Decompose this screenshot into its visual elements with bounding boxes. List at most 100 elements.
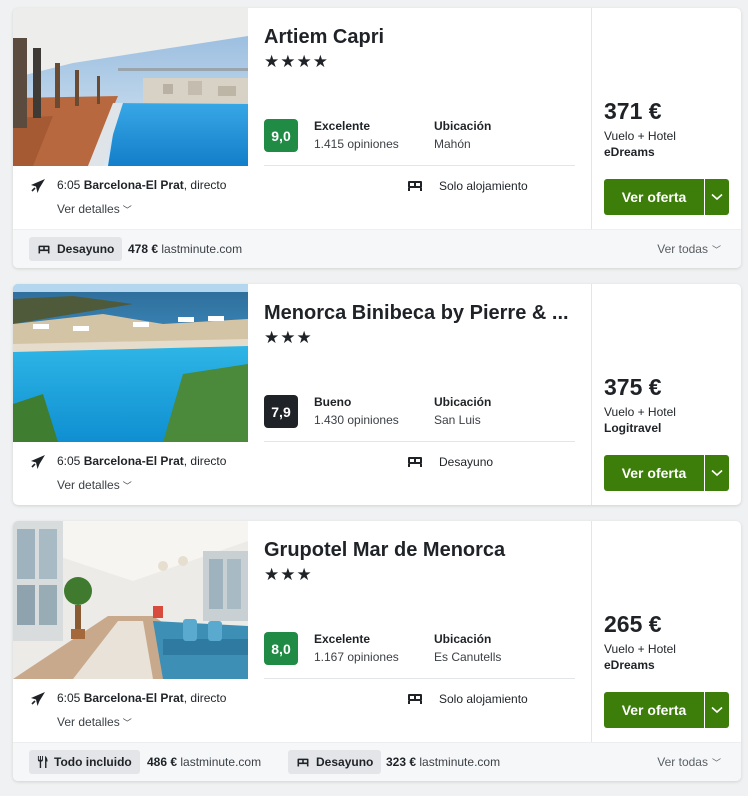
bed-icon <box>408 694 422 704</box>
flight-type: , directo <box>183 178 227 192</box>
package-type: Vuelo + Hotel <box>604 642 676 656</box>
see-all-offers-link[interactable]: Ver todas ﹀ <box>657 755 721 769</box>
flight-time: 6:05 <box>57 178 81 192</box>
location-value: Mahón <box>434 137 471 151</box>
review-count[interactable]: 1.167 opiniones <box>314 650 399 664</box>
airplane-icon <box>31 179 45 193</box>
hotel-stars: ★★★ <box>264 328 313 347</box>
hotel-photo[interactable] <box>13 521 248 679</box>
hotel-name[interactable]: Menorca Binibeca by Pierre & ... <box>264 302 584 325</box>
location-value: San Luis <box>434 413 481 427</box>
price-column-divider <box>591 284 592 505</box>
provider-name: eDreams <box>604 145 655 159</box>
view-details-link[interactable]: Ver detalles ﹀ <box>57 715 132 729</box>
bed-icon <box>297 758 309 766</box>
board-tag[interactable]: Desayuno <box>29 237 123 261</box>
chevron-down-icon <box>711 193 723 201</box>
review-count[interactable]: 1.415 opiniones <box>314 137 399 151</box>
bed-icon <box>408 181 422 191</box>
bed-icon <box>408 457 422 467</box>
location-value: Es Canutells <box>434 650 502 664</box>
more-offers-dropdown-button[interactable] <box>705 179 729 215</box>
chevron-down-icon: ﹀ <box>711 245 721 255</box>
more-offers-dropdown-button[interactable] <box>705 692 729 728</box>
chevron-down-icon: ﹀ <box>122 205 132 215</box>
board-type: Solo alojamiento <box>439 692 528 706</box>
flight-info: 6:05 Barcelona-El Prat, directo <box>57 454 226 468</box>
chevron-down-icon: ﹀ <box>711 758 721 768</box>
alt-offer-price[interactable]: 486 € lastminute.com <box>147 755 261 769</box>
board-type: Desayuno <box>439 455 494 469</box>
rating-label: Excelente <box>314 119 371 133</box>
divider <box>264 678 575 679</box>
hotel-photo[interactable] <box>13 284 248 442</box>
button-separator <box>704 179 705 215</box>
price: 375 € <box>604 374 662 400</box>
flight-info: 6:05 Barcelona-El Prat, directo <box>57 691 226 705</box>
hotel-photo[interactable] <box>13 8 248 166</box>
location-label: Ubicación <box>434 119 492 133</box>
rating-label: Excelente <box>314 632 371 646</box>
offer-button-group: Ver oferta <box>604 179 729 215</box>
divider <box>264 165 575 166</box>
location-label: Ubicación <box>434 632 492 646</box>
view-details-label: Ver detalles <box>57 202 120 216</box>
location-label: Ubicación <box>434 395 492 409</box>
hotel-name[interactable]: Artiem Capri <box>264 26 584 49</box>
divider <box>264 441 575 442</box>
offer-button-group: Ver oferta <box>604 692 729 728</box>
flight-type: , directo <box>183 691 227 705</box>
hotel-name[interactable]: Grupotel Mar de Menorca <box>264 539 584 562</box>
flight-time: 6:05 <box>57 691 81 705</box>
rating-score-badge: 9,0 <box>264 119 298 152</box>
offer-button-group: Ver oferta <box>604 455 729 491</box>
alt-offer-site: lastminute.com <box>419 755 501 769</box>
provider-name: eDreams <box>604 658 655 672</box>
board-tag[interactable]: Todo incluido <box>29 750 140 774</box>
view-offer-button[interactable]: Ver oferta <box>604 455 704 491</box>
view-offer-button[interactable]: Ver oferta <box>604 179 704 215</box>
flight-airport: Barcelona-El Prat <box>83 454 184 468</box>
alternative-offers-bar: Todo incluido 486 € lastminute.com Desay… <box>13 742 741 781</box>
see-all-label: Ver todas <box>657 242 708 256</box>
more-offers-dropdown-button[interactable] <box>705 455 729 491</box>
package-type: Vuelo + Hotel <box>604 405 676 419</box>
flight-airport: Barcelona-El Prat <box>83 178 184 192</box>
cutlery-icon <box>37 756 48 768</box>
hotel-card[interactable]: Menorca Binibeca by Pierre & ... ★★★ 7,9… <box>13 284 741 505</box>
hotel-photo-image <box>13 8 248 166</box>
view-offer-button[interactable]: Ver oferta <box>604 692 704 728</box>
see-all-label: Ver todas <box>657 755 708 769</box>
alt-offer-site: lastminute.com <box>161 242 243 256</box>
hotel-stars: ★★★★ <box>264 52 329 71</box>
alt-offer-amount: 323 € <box>386 755 417 769</box>
button-separator <box>704 455 705 491</box>
alt-offer-price[interactable]: 323 € lastminute.com <box>386 755 500 769</box>
alternative-offers-bar: Desayuno 478 € lastminute.com Ver todas ﹀ <box>13 229 741 268</box>
flight-info: 6:05 Barcelona-El Prat, directo <box>57 178 226 192</box>
board-tag-label: Desayuno <box>57 242 115 256</box>
see-all-offers-link[interactable]: Ver todas ﹀ <box>657 242 721 256</box>
chevron-down-icon: ﹀ <box>122 481 132 491</box>
hotel-card[interactable]: Artiem Capri ★★★★ 9,0 Excelente 1.415 op… <box>13 8 741 268</box>
airplane-icon <box>31 455 45 469</box>
alt-offer-price[interactable]: 478 € lastminute.com <box>128 242 242 256</box>
package-type: Vuelo + Hotel <box>604 129 676 143</box>
alt-offer-amount: 486 € <box>147 755 178 769</box>
flight-type: , directo <box>183 454 227 468</box>
hotel-card[interactable]: Grupotel Mar de Menorca ★★★ 8,0 Excelent… <box>13 521 741 781</box>
review-count[interactable]: 1.430 opiniones <box>314 413 399 427</box>
flight-airport: Barcelona-El Prat <box>83 691 184 705</box>
price: 265 € <box>604 611 662 637</box>
alt-offer-amount: 478 € <box>128 242 159 256</box>
price: 371 € <box>604 98 662 124</box>
view-details-link[interactable]: Ver detalles ﹀ <box>57 478 132 492</box>
view-details-link[interactable]: Ver detalles ﹀ <box>57 202 132 216</box>
rating-label: Bueno <box>314 395 352 409</box>
provider-name: Logitravel <box>604 421 662 435</box>
price-column-divider <box>591 521 592 742</box>
board-tag[interactable]: Desayuno <box>288 750 382 774</box>
button-separator <box>704 692 705 728</box>
rating-score-badge: 7,9 <box>264 395 298 428</box>
airplane-icon <box>31 692 45 706</box>
